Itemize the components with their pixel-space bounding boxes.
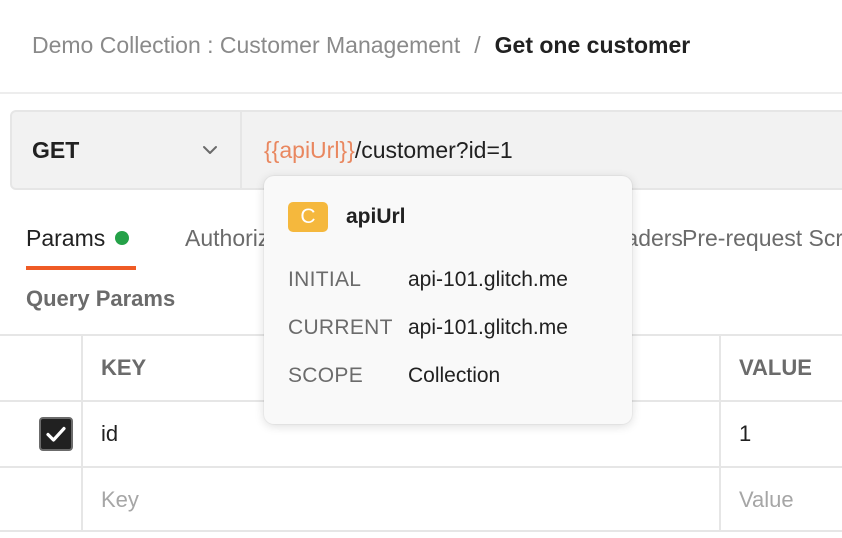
variable-name: apiUrl: [346, 205, 406, 228]
scope-row: SCOPE Collection: [288, 364, 500, 388]
tab-params[interactable]: Params: [26, 216, 130, 260]
tab-prerequest-script[interactable]: Pre-request Script: [682, 216, 842, 260]
param-enabled-checkbox[interactable]: [39, 417, 73, 451]
new-key-input[interactable]: Key: [83, 468, 721, 530]
initial-value-row: INITIAL api-101.glitch.me: [288, 268, 568, 292]
collection-scope-badge: C: [288, 202, 328, 232]
value-placeholder: Value: [739, 487, 794, 512]
breadcrumb: Demo Collection : Customer Management / …: [32, 28, 690, 62]
key-placeholder: Key: [101, 487, 139, 512]
query-params-title: Query Params: [26, 286, 176, 311]
new-param-row: Key Value: [0, 466, 842, 532]
new-row-check-cell: [0, 468, 83, 530]
new-value-input[interactable]: Value: [721, 468, 842, 530]
request-editor: Demo Collection : Customer Management / …: [0, 0, 842, 538]
row-check-cell: [0, 402, 83, 466]
url-path: /customer?id=1: [354, 136, 513, 163]
current-value-row: CURRENT api-101.glitch.me: [288, 316, 568, 340]
method-label: GET: [32, 136, 80, 163]
column-header-key: KEY: [101, 355, 147, 380]
current-label: CURRENT: [288, 316, 393, 339]
url-variable[interactable]: {{apiUrl}}: [264, 137, 355, 164]
header-check-cell: [0, 336, 83, 400]
variable-tooltip: C apiUrl INITIAL api-101.glitch.me CURREN…: [264, 176, 632, 424]
param-key: id: [101, 421, 119, 446]
param-value: 1: [739, 421, 752, 446]
scope-value: Collection: [408, 364, 501, 387]
checkmark-icon: [46, 426, 66, 442]
request-title[interactable]: Get one customer: [495, 32, 691, 59]
chevron-down-icon: [203, 146, 217, 154]
header-value-cell: VALUE: [721, 336, 842, 400]
scope-label: SCOPE: [288, 364, 364, 387]
params-active-dot: [115, 230, 130, 245]
active-tab-indicator: [26, 266, 136, 270]
column-header-value: VALUE: [739, 355, 812, 380]
current-value: api-101.glitch.me: [408, 316, 568, 339]
tab-params-label: Params: [26, 225, 106, 251]
breadcrumb-separator: /: [474, 31, 481, 58]
breadcrumb-collection[interactable]: Demo Collection : Customer Management: [32, 32, 460, 59]
initial-label: INITIAL: [288, 268, 362, 291]
param-value-cell[interactable]: 1: [721, 402, 842, 466]
method-dropdown[interactable]: GET: [12, 112, 242, 188]
header-divider: [0, 92, 842, 94]
initial-value: api-101.glitch.me: [408, 268, 568, 291]
